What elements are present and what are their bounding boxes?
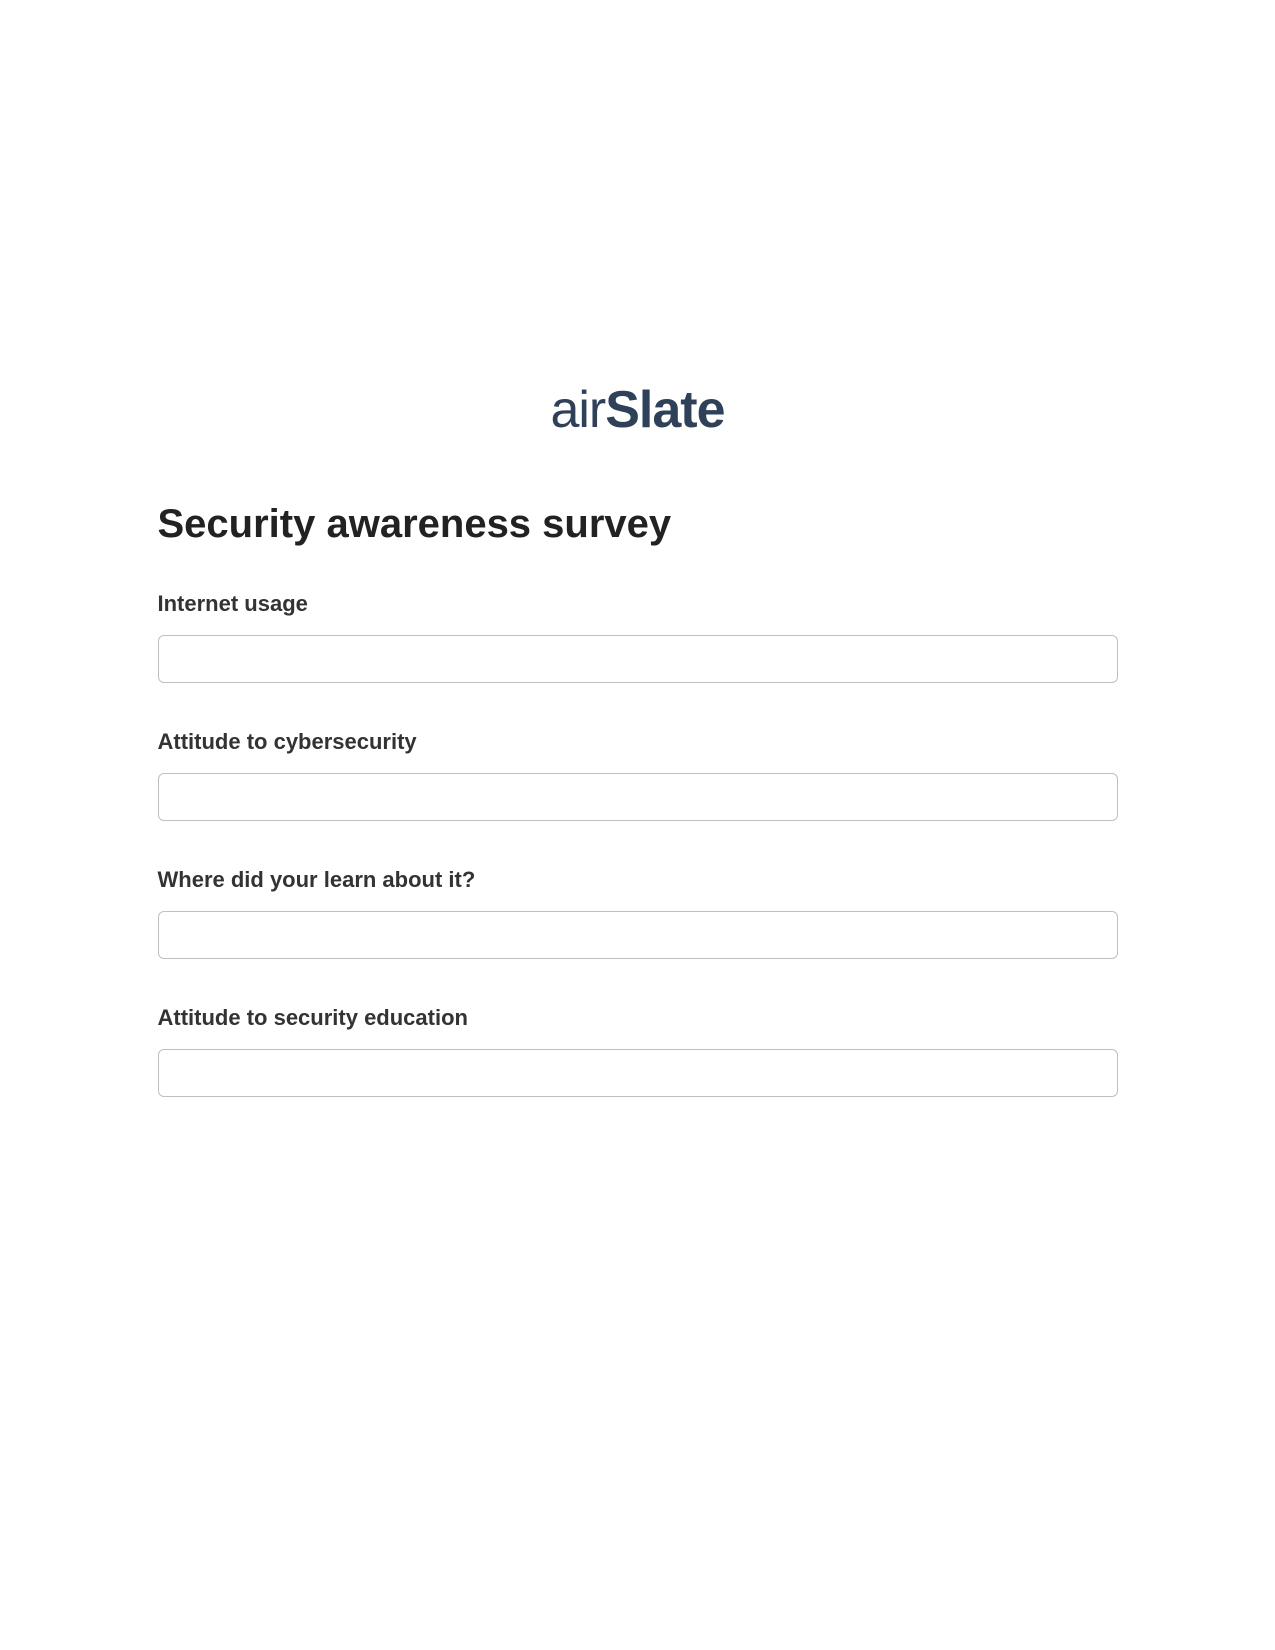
label-attitude-security-education: Attitude to security education [158, 1005, 1118, 1031]
field-attitude-cybersecurity: Attitude to cybersecurity [158, 729, 1118, 821]
form-title: Security awareness survey [158, 502, 1118, 547]
input-attitude-security-education[interactable] [158, 1049, 1118, 1097]
label-attitude-cybersecurity: Attitude to cybersecurity [158, 729, 1118, 755]
input-attitude-cybersecurity[interactable] [158, 773, 1118, 821]
logo-part-air: air [550, 381, 605, 439]
field-attitude-security-education: Attitude to security education [158, 1005, 1118, 1097]
logo-container: airSlate [0, 0, 1275, 440]
logo-part-slate: Slate [605, 381, 724, 439]
input-where-learn[interactable] [158, 911, 1118, 959]
airslate-logo: airSlate [550, 380, 724, 440]
label-internet-usage: Internet usage [158, 591, 1118, 617]
input-internet-usage[interactable] [158, 635, 1118, 683]
document-page: airSlate Security awareness survey Inter… [0, 0, 1275, 1650]
field-where-learn: Where did your learn about it? [158, 867, 1118, 959]
field-internet-usage: Internet usage [158, 591, 1118, 683]
label-where-learn: Where did your learn about it? [158, 867, 1118, 893]
form-content: Security awareness survey Internet usage… [158, 440, 1118, 1097]
